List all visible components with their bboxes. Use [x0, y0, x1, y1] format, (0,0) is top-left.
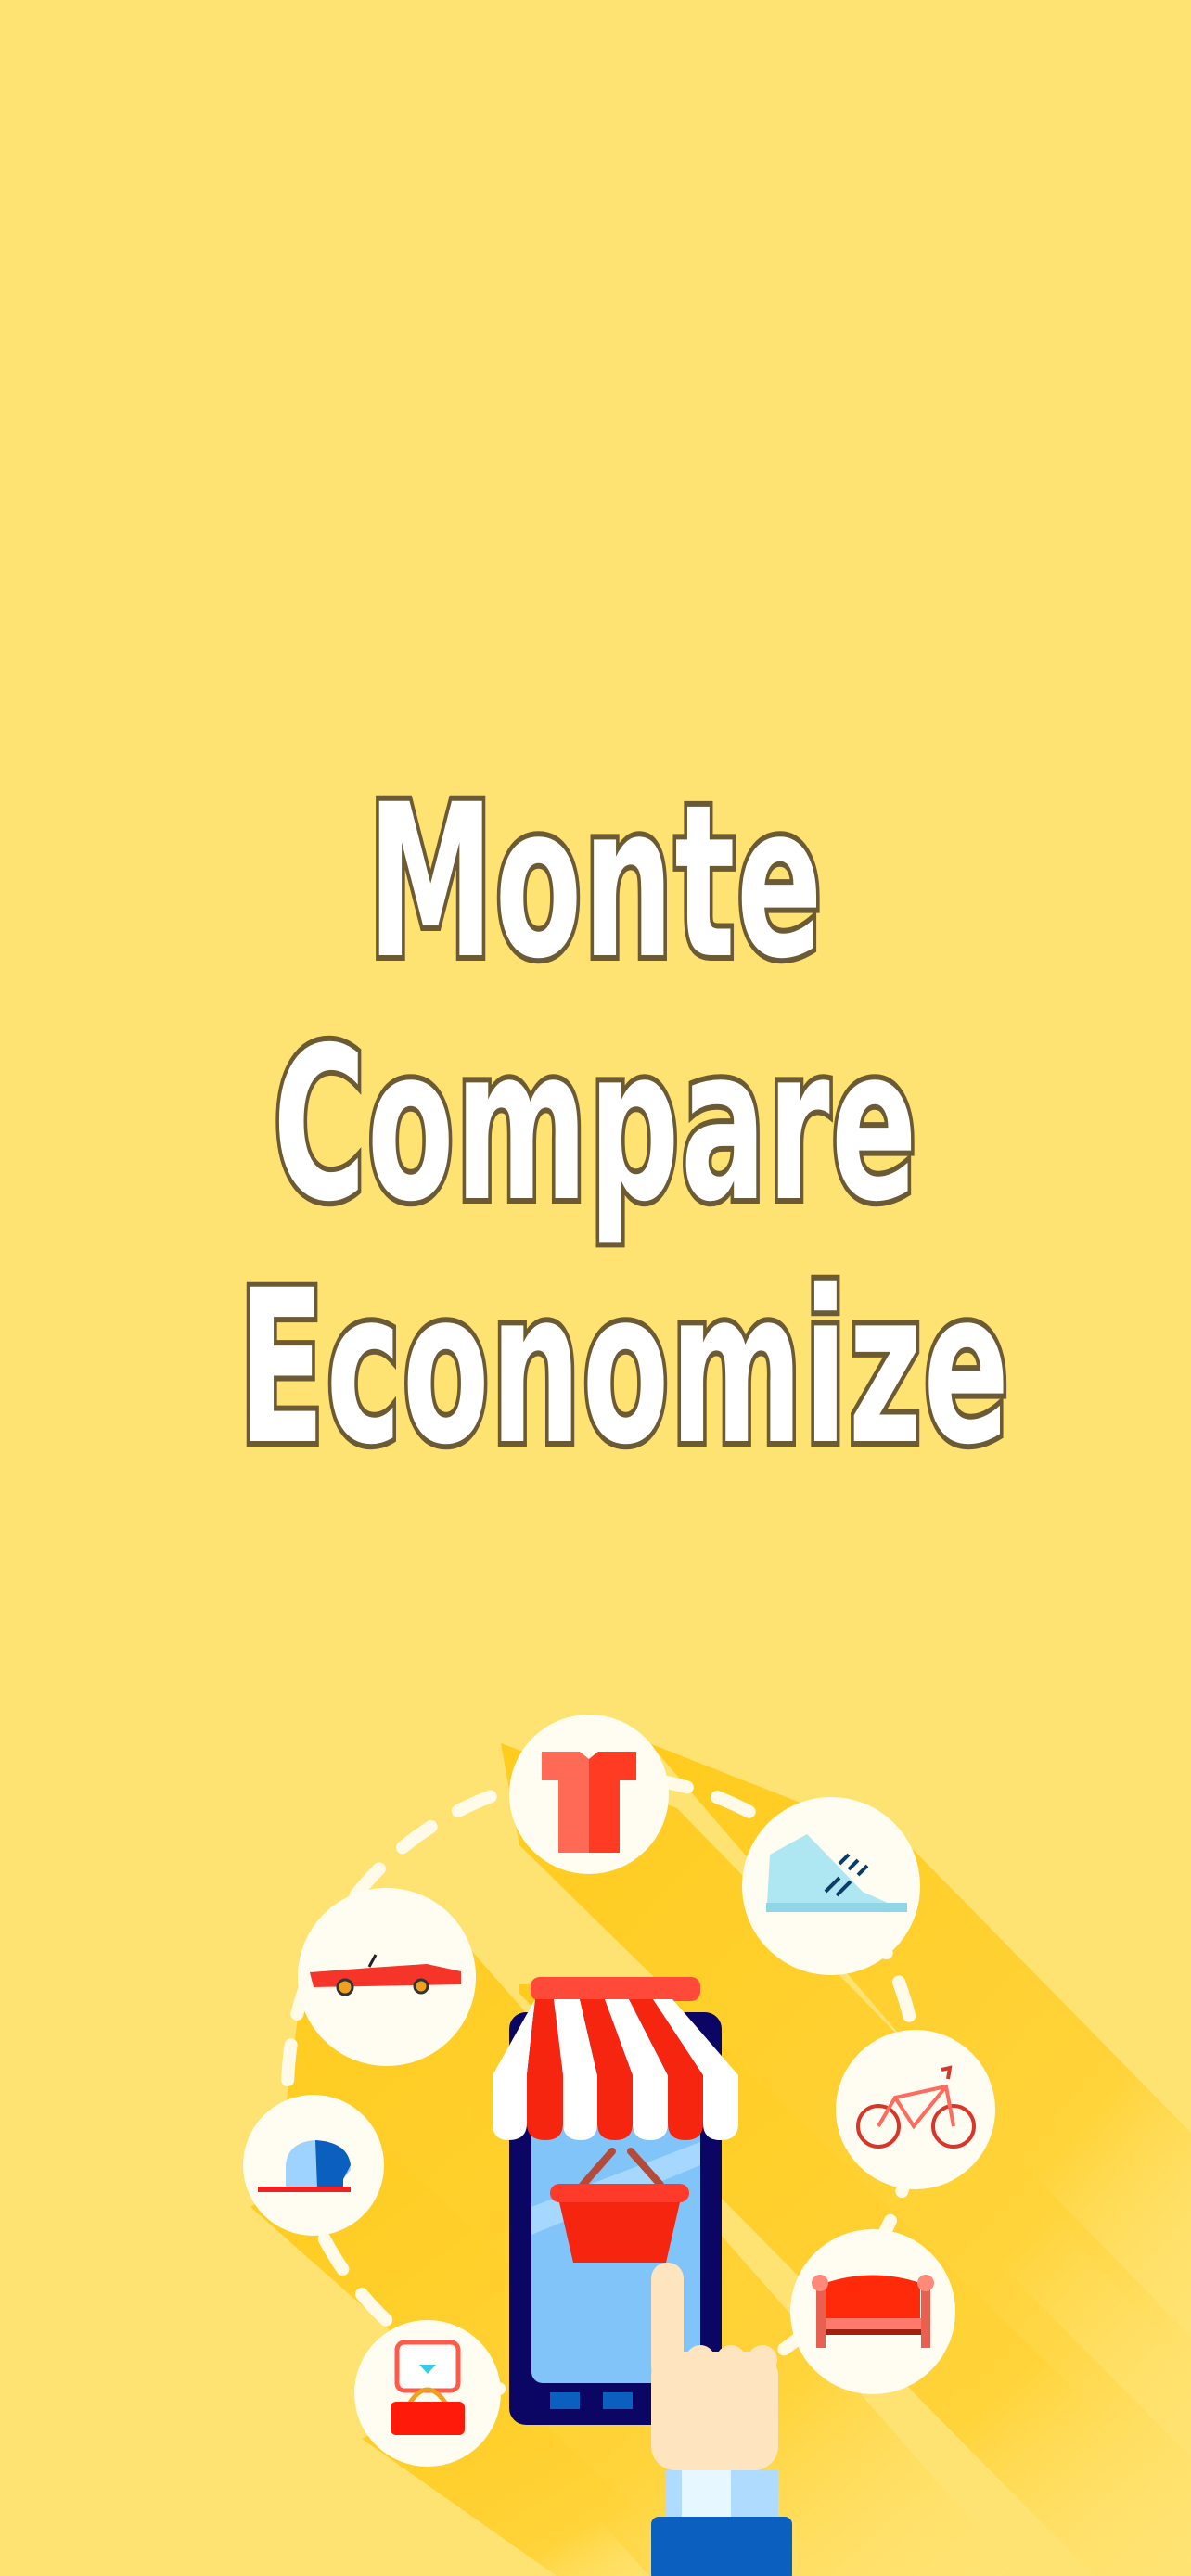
splash-title: Monte Compare Economize [0, 755, 1191, 1495]
title-line-monte: Monte [365, 755, 826, 1009]
title-line-compare: Compare [269, 998, 920, 1252]
ring-box-icon [391, 2340, 465, 2435]
title-line-economize: Economize [235, 1241, 1013, 1495]
sleeve [651, 2517, 792, 2576]
